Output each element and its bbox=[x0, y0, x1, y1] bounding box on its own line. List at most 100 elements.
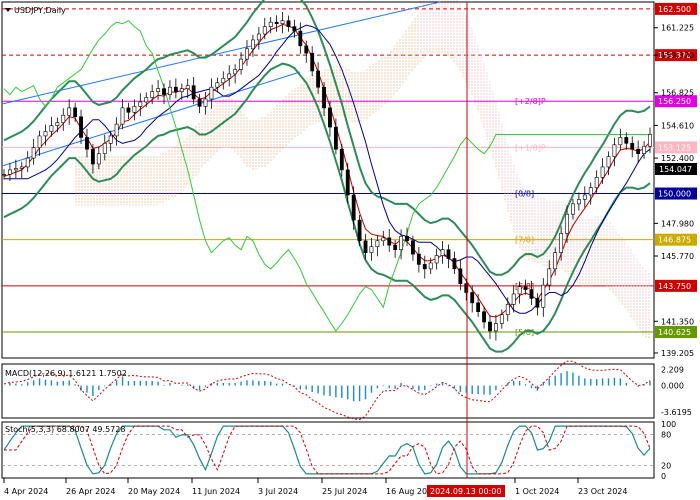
candle-body-18 bbox=[108, 135, 113, 144]
candle-body-25 bbox=[150, 91, 155, 98]
candle-body-86 bbox=[511, 293, 516, 305]
candle-body-103 bbox=[612, 144, 617, 157]
candle-body-91 bbox=[541, 284, 546, 308]
candle-body-38 bbox=[227, 73, 232, 79]
candle-body-70 bbox=[416, 253, 421, 265]
candle-body-37 bbox=[221, 78, 226, 84]
candle-body-36 bbox=[215, 82, 220, 88]
candle-body-60 bbox=[357, 219, 362, 242]
candle-body-55 bbox=[328, 107, 332, 128]
candle-body-35 bbox=[209, 86, 214, 100]
candle-body-76 bbox=[452, 258, 457, 270]
candle-body-88 bbox=[523, 286, 528, 290]
price-tick-label-6: 145.770 bbox=[661, 252, 694, 261]
candle-body-10 bbox=[61, 114, 66, 123]
macd-tick-label-0: 2.209 bbox=[661, 366, 684, 375]
murray-tag-label-4: 150.000 bbox=[658, 190, 691, 199]
candle-body-75 bbox=[446, 249, 451, 259]
candle-body-94 bbox=[559, 233, 564, 253]
candle-body-98 bbox=[582, 194, 587, 200]
candle-body-93 bbox=[553, 252, 558, 270]
candle-body-20 bbox=[120, 107, 125, 125]
cloud-area-orange bbox=[75, 1, 651, 340]
candle-body-68 bbox=[405, 236, 409, 242]
price-tick-label-7: 141.350 bbox=[661, 317, 694, 326]
candle-body-0 bbox=[2, 174, 6, 176]
candle-body-74 bbox=[440, 249, 445, 256]
candle-body-6 bbox=[37, 135, 42, 149]
candle-body-63 bbox=[375, 240, 380, 248]
candle-body-22 bbox=[132, 106, 137, 113]
candle-body-13 bbox=[79, 116, 83, 138]
time-tick-label-0: 4 Apr 2024 bbox=[4, 487, 48, 496]
stoch-tick-label-0: 100 bbox=[661, 420, 676, 429]
candle-body-12 bbox=[73, 107, 78, 118]
macd-tick-label-2: -3.6195 bbox=[661, 408, 692, 417]
candle-body-57 bbox=[339, 148, 344, 171]
candle-body-82 bbox=[488, 321, 492, 332]
candle-body-61 bbox=[363, 240, 368, 253]
price-tick-label-0: 161.225 bbox=[661, 24, 694, 33]
candle-body-79 bbox=[470, 292, 475, 304]
candle-body-31 bbox=[185, 85, 190, 89]
candle-body-46 bbox=[274, 21, 279, 24]
time-tick-label-1: 26 Apr 2024 bbox=[66, 487, 115, 496]
candle-body-21 bbox=[126, 107, 131, 113]
chart-title: USDJPY,Daily bbox=[14, 6, 66, 15]
candle-body-39 bbox=[233, 69, 238, 75]
price-tick-label-3: 154.610 bbox=[661, 121, 694, 130]
candle-body-28 bbox=[168, 86, 172, 95]
candle-body-24 bbox=[144, 97, 149, 103]
candle-body-58 bbox=[345, 169, 350, 196]
candle-body-102 bbox=[606, 156, 611, 168]
candle-body-84 bbox=[499, 314, 504, 324]
price-tick-label-8: 139.205 bbox=[661, 349, 694, 358]
murray-tag-label-0: 162.500 bbox=[658, 5, 691, 14]
time-tick-label-7: 1 Oct 2024 bbox=[515, 487, 559, 496]
candle-body-27 bbox=[162, 88, 166, 95]
candle-body-43 bbox=[256, 33, 261, 41]
candle-body-99 bbox=[588, 187, 593, 196]
murray-tag-label-6: 143.750 bbox=[658, 282, 691, 291]
stoch-tick-label-2: 20 bbox=[661, 462, 671, 471]
current-price-label: 154.047 bbox=[659, 165, 692, 174]
candle-body-100 bbox=[594, 176, 599, 188]
price-tick-label-4: 152.400 bbox=[661, 154, 694, 163]
crosshair-time-label: 2024.09.13 00:00 bbox=[430, 487, 501, 496]
candle-body-19 bbox=[114, 123, 119, 137]
time-tick-label-2: 20 May 2024 bbox=[128, 487, 180, 496]
time-axis: 4 Apr 2024 26 Apr 2024 20 May 2024 11 Jun 2… bbox=[3, 478, 627, 496]
candle-body-45 bbox=[268, 21, 273, 27]
candle-body-17 bbox=[102, 143, 107, 154]
candle-body-51 bbox=[304, 45, 309, 54]
candle-body-89 bbox=[529, 289, 534, 299]
candle-body-16 bbox=[96, 153, 101, 165]
dropdown-triangle-icon[interactable] bbox=[5, 8, 11, 12]
macd-tick-label-1: 0.000 bbox=[661, 382, 684, 391]
candle-body-9 bbox=[55, 122, 60, 126]
candle-body-32 bbox=[191, 85, 196, 100]
murray-tag-label-3: 153.125 bbox=[658, 143, 691, 152]
candle-body-3 bbox=[19, 166, 24, 169]
candle-body-11 bbox=[67, 107, 72, 116]
cloud-area-pink bbox=[418, 0, 650, 333]
candle-body-52 bbox=[310, 52, 315, 72]
stoch-label: Stoch(5,3,3) 68.8007 49.5728 bbox=[5, 425, 125, 434]
candle-body-49 bbox=[292, 26, 297, 32]
candle-body-5 bbox=[31, 147, 36, 159]
candle-body-95 bbox=[565, 213, 569, 234]
stoch-tick-label-1: 80 bbox=[661, 430, 671, 439]
candle-body-33 bbox=[197, 98, 202, 107]
murray-tag-label-2: 156.250 bbox=[658, 97, 691, 106]
candle-body-80 bbox=[476, 302, 481, 312]
candle-body-97 bbox=[576, 199, 581, 205]
candle-body-83 bbox=[493, 323, 498, 332]
candle-body-14 bbox=[85, 137, 89, 150]
candle-body-109 bbox=[648, 134, 652, 147]
candle-body-34 bbox=[203, 98, 208, 107]
murray-level-text-2: [+2/8]P bbox=[515, 97, 546, 106]
candle-body-105 bbox=[624, 137, 629, 144]
candle-body-1 bbox=[8, 169, 12, 175]
candle-body-30 bbox=[179, 88, 184, 92]
candle-body-77 bbox=[458, 268, 463, 284]
